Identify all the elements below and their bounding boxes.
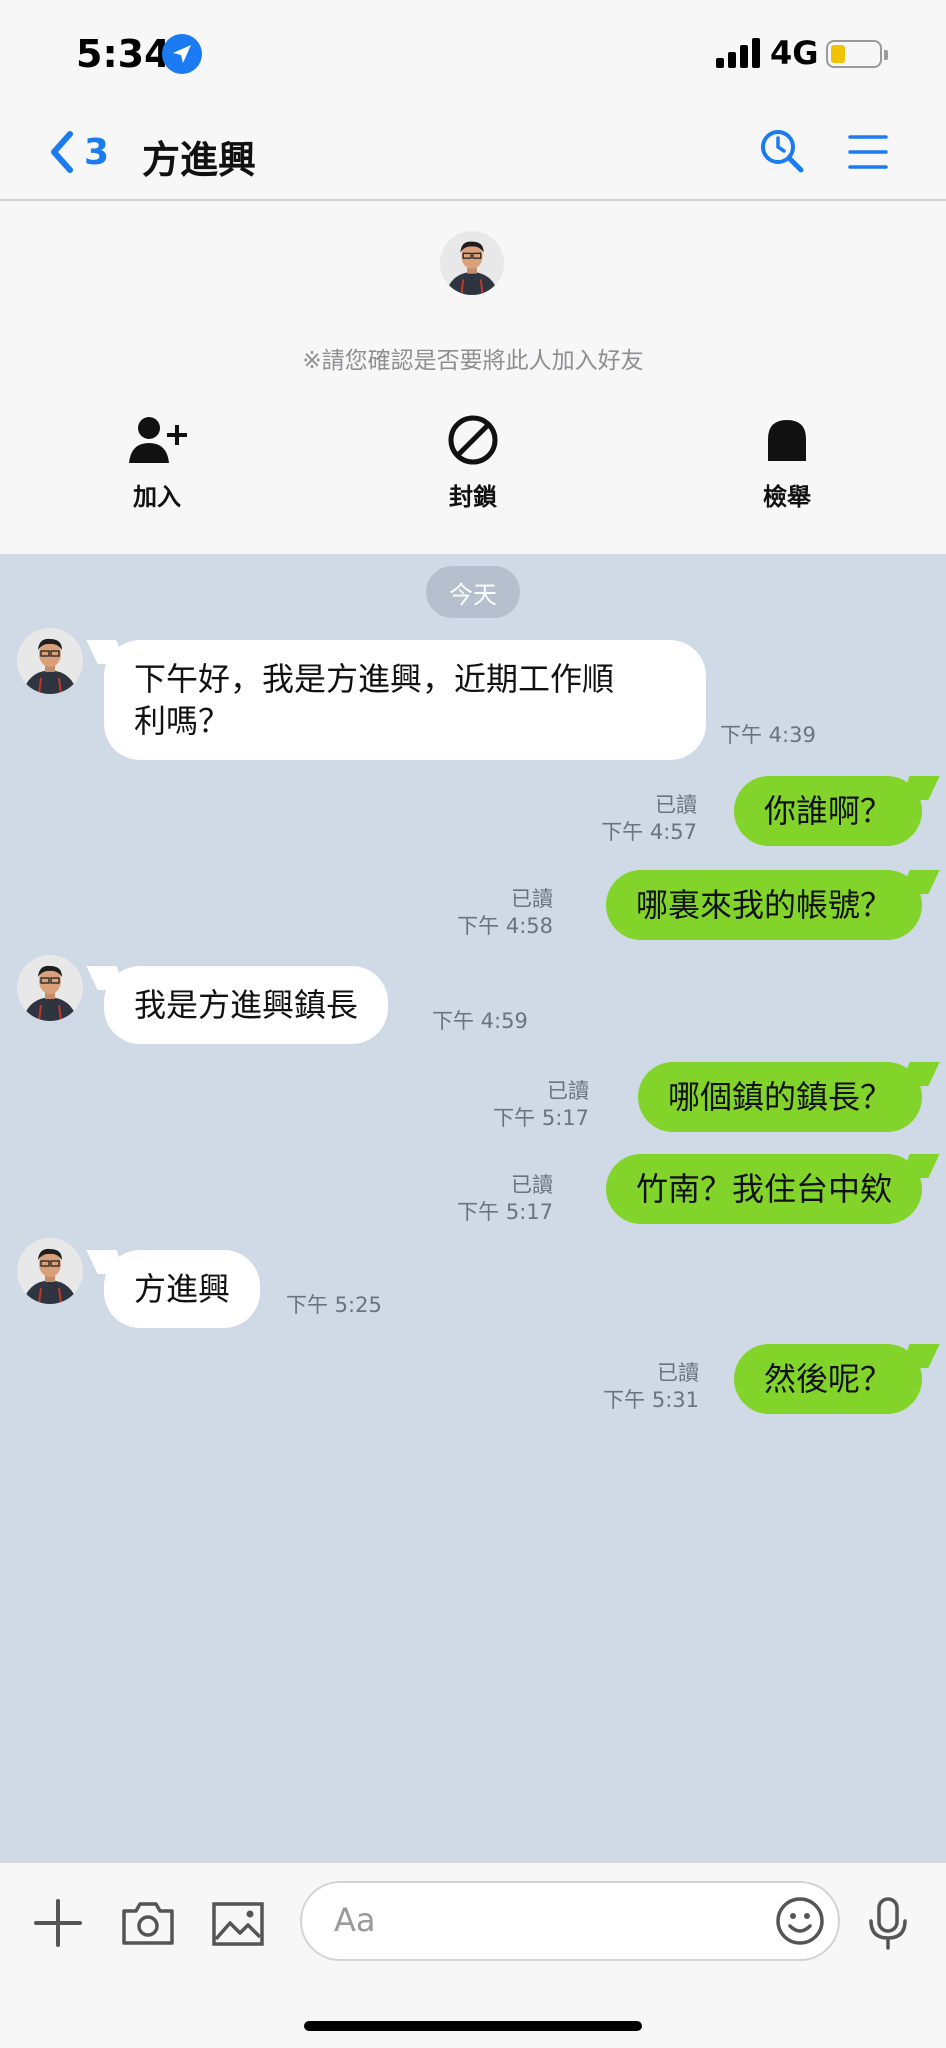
emoji-icon: [776, 1897, 824, 1945]
outgoing-message[interactable]: 然後呢？: [733, 1344, 922, 1414]
report-label: 檢舉: [763, 483, 811, 511]
unread-count: 3: [84, 131, 110, 173]
incoming-message[interactable]: 我是方進興鎮長: [104, 966, 389, 1044]
message-text: 然後呢？: [763, 1360, 892, 1398]
message-meta: 已讀 下午 4:58: [457, 886, 553, 940]
chat-area[interactable]: 今天 下午好，我是方進興，近期工作順 利嗎？ 下午 4:39 你誰啊？ 已讀 下…: [0, 554, 946, 1862]
camera-button[interactable]: [118, 1893, 178, 1953]
message-text-line: 利嗎？: [134, 702, 231, 740]
add-friend-notice: ※請您確認是否要將此人加入好友: [302, 348, 644, 374]
location-arrow-icon: [162, 34, 202, 74]
message-text: 哪個鎮的鎮長？: [667, 1078, 892, 1116]
plus-icon: [34, 1899, 82, 1947]
chevron-left-icon: [51, 131, 73, 173]
sender-avatar[interactable]: [17, 1238, 83, 1304]
read-receipt: 已讀: [511, 887, 553, 911]
read-receipt: 已讀: [511, 1173, 553, 1197]
message-input-placeholder: Aa: [334, 1901, 376, 1939]
hamburger-menu-icon: [848, 135, 888, 169]
network-type: 4G: [770, 34, 819, 72]
message-meta: 已讀 下午 5:31: [603, 1360, 699, 1414]
message-time: 下午 5:31: [603, 1388, 699, 1412]
message-meta: 已讀 下午 5:17: [457, 1172, 553, 1226]
status-time: 5:34: [76, 32, 171, 76]
report-button[interactable]: 檢舉: [707, 411, 867, 512]
cellular-signal-icon: [716, 38, 762, 68]
emoji-button[interactable]: [774, 1895, 826, 1947]
message-text: 你誰啊？: [763, 792, 892, 830]
message-text: 我是方進興鎮長: [134, 986, 359, 1024]
outgoing-message[interactable]: 你誰啊？: [733, 776, 922, 846]
message-time: 下午 4:57: [601, 820, 697, 844]
message-time: 下午 5:17: [493, 1106, 589, 1130]
message-meta: 已讀 下午 4:57: [601, 792, 697, 846]
status-bar: 5:34 4G: [0, 0, 946, 105]
message-time: 下午 4:59: [432, 1009, 528, 1033]
message-time: 下午 5:25: [286, 1293, 382, 1317]
incoming-message[interactable]: 下午好，我是方進興，近期工作順 利嗎？: [104, 640, 706, 760]
add-friend-panel: ※請您確認是否要將此人加入好友 加入 封鎖 檢舉: [0, 201, 946, 554]
menu-button[interactable]: [848, 133, 888, 171]
search-history-button[interactable]: [758, 127, 806, 175]
voice-button[interactable]: [858, 1893, 918, 1953]
chat-header: 3 方進興: [0, 105, 946, 201]
message-time: 下午 4:39: [720, 723, 816, 747]
read-receipt: 已讀: [657, 1361, 699, 1385]
message-meta: 已讀 下午 5:17: [493, 1078, 589, 1132]
read-receipt: 已讀: [547, 1079, 589, 1103]
block-label: 封鎖: [449, 483, 497, 511]
block-button[interactable]: 封鎖: [393, 411, 553, 512]
chat-title: 方進興: [142, 138, 257, 182]
more-button[interactable]: [28, 1893, 88, 1953]
add-friend-label: 加入: [133, 483, 181, 511]
sender-avatar[interactable]: [17, 955, 83, 1021]
message-time: 下午 4:58: [457, 914, 553, 938]
message-text-line: 下午好，我是方進興，近期工作順: [134, 660, 615, 698]
message-text: 竹南？我住台中欸: [635, 1170, 892, 1208]
microphone-icon: [869, 1897, 907, 1950]
search-clock-icon: [761, 130, 804, 173]
add-friend-button[interactable]: 加入: [77, 411, 237, 512]
contact-avatar[interactable]: [440, 231, 504, 295]
image-icon: [212, 1902, 264, 1946]
sender-avatar[interactable]: [17, 628, 83, 694]
outgoing-message[interactable]: 哪裏來我的帳號？: [605, 870, 922, 940]
incoming-message[interactable]: 方進興: [104, 1250, 261, 1328]
outgoing-message[interactable]: 哪個鎮的鎮長？: [637, 1062, 922, 1132]
image-button[interactable]: [208, 1893, 268, 1953]
home-indicator: [304, 2021, 642, 2031]
date-separator: 今天: [426, 566, 520, 618]
block-icon: [448, 415, 498, 465]
message-text: 哪裏來我的帳號？: [635, 886, 892, 924]
message-input-bar: Aa: [0, 1862, 946, 2048]
outgoing-message[interactable]: 竹南？我住台中欸: [605, 1154, 922, 1224]
message-input[interactable]: Aa: [300, 1881, 840, 1961]
read-receipt: 已讀: [655, 793, 697, 817]
back-button[interactable]: 3: [48, 127, 109, 177]
camera-icon: [122, 1902, 174, 1945]
message-time: 下午 5:17: [457, 1200, 553, 1224]
message-text: 方進興: [134, 1270, 231, 1308]
battery-icon: [826, 40, 888, 68]
report-icon: [768, 420, 806, 461]
add-friend-icon: [129, 417, 187, 463]
